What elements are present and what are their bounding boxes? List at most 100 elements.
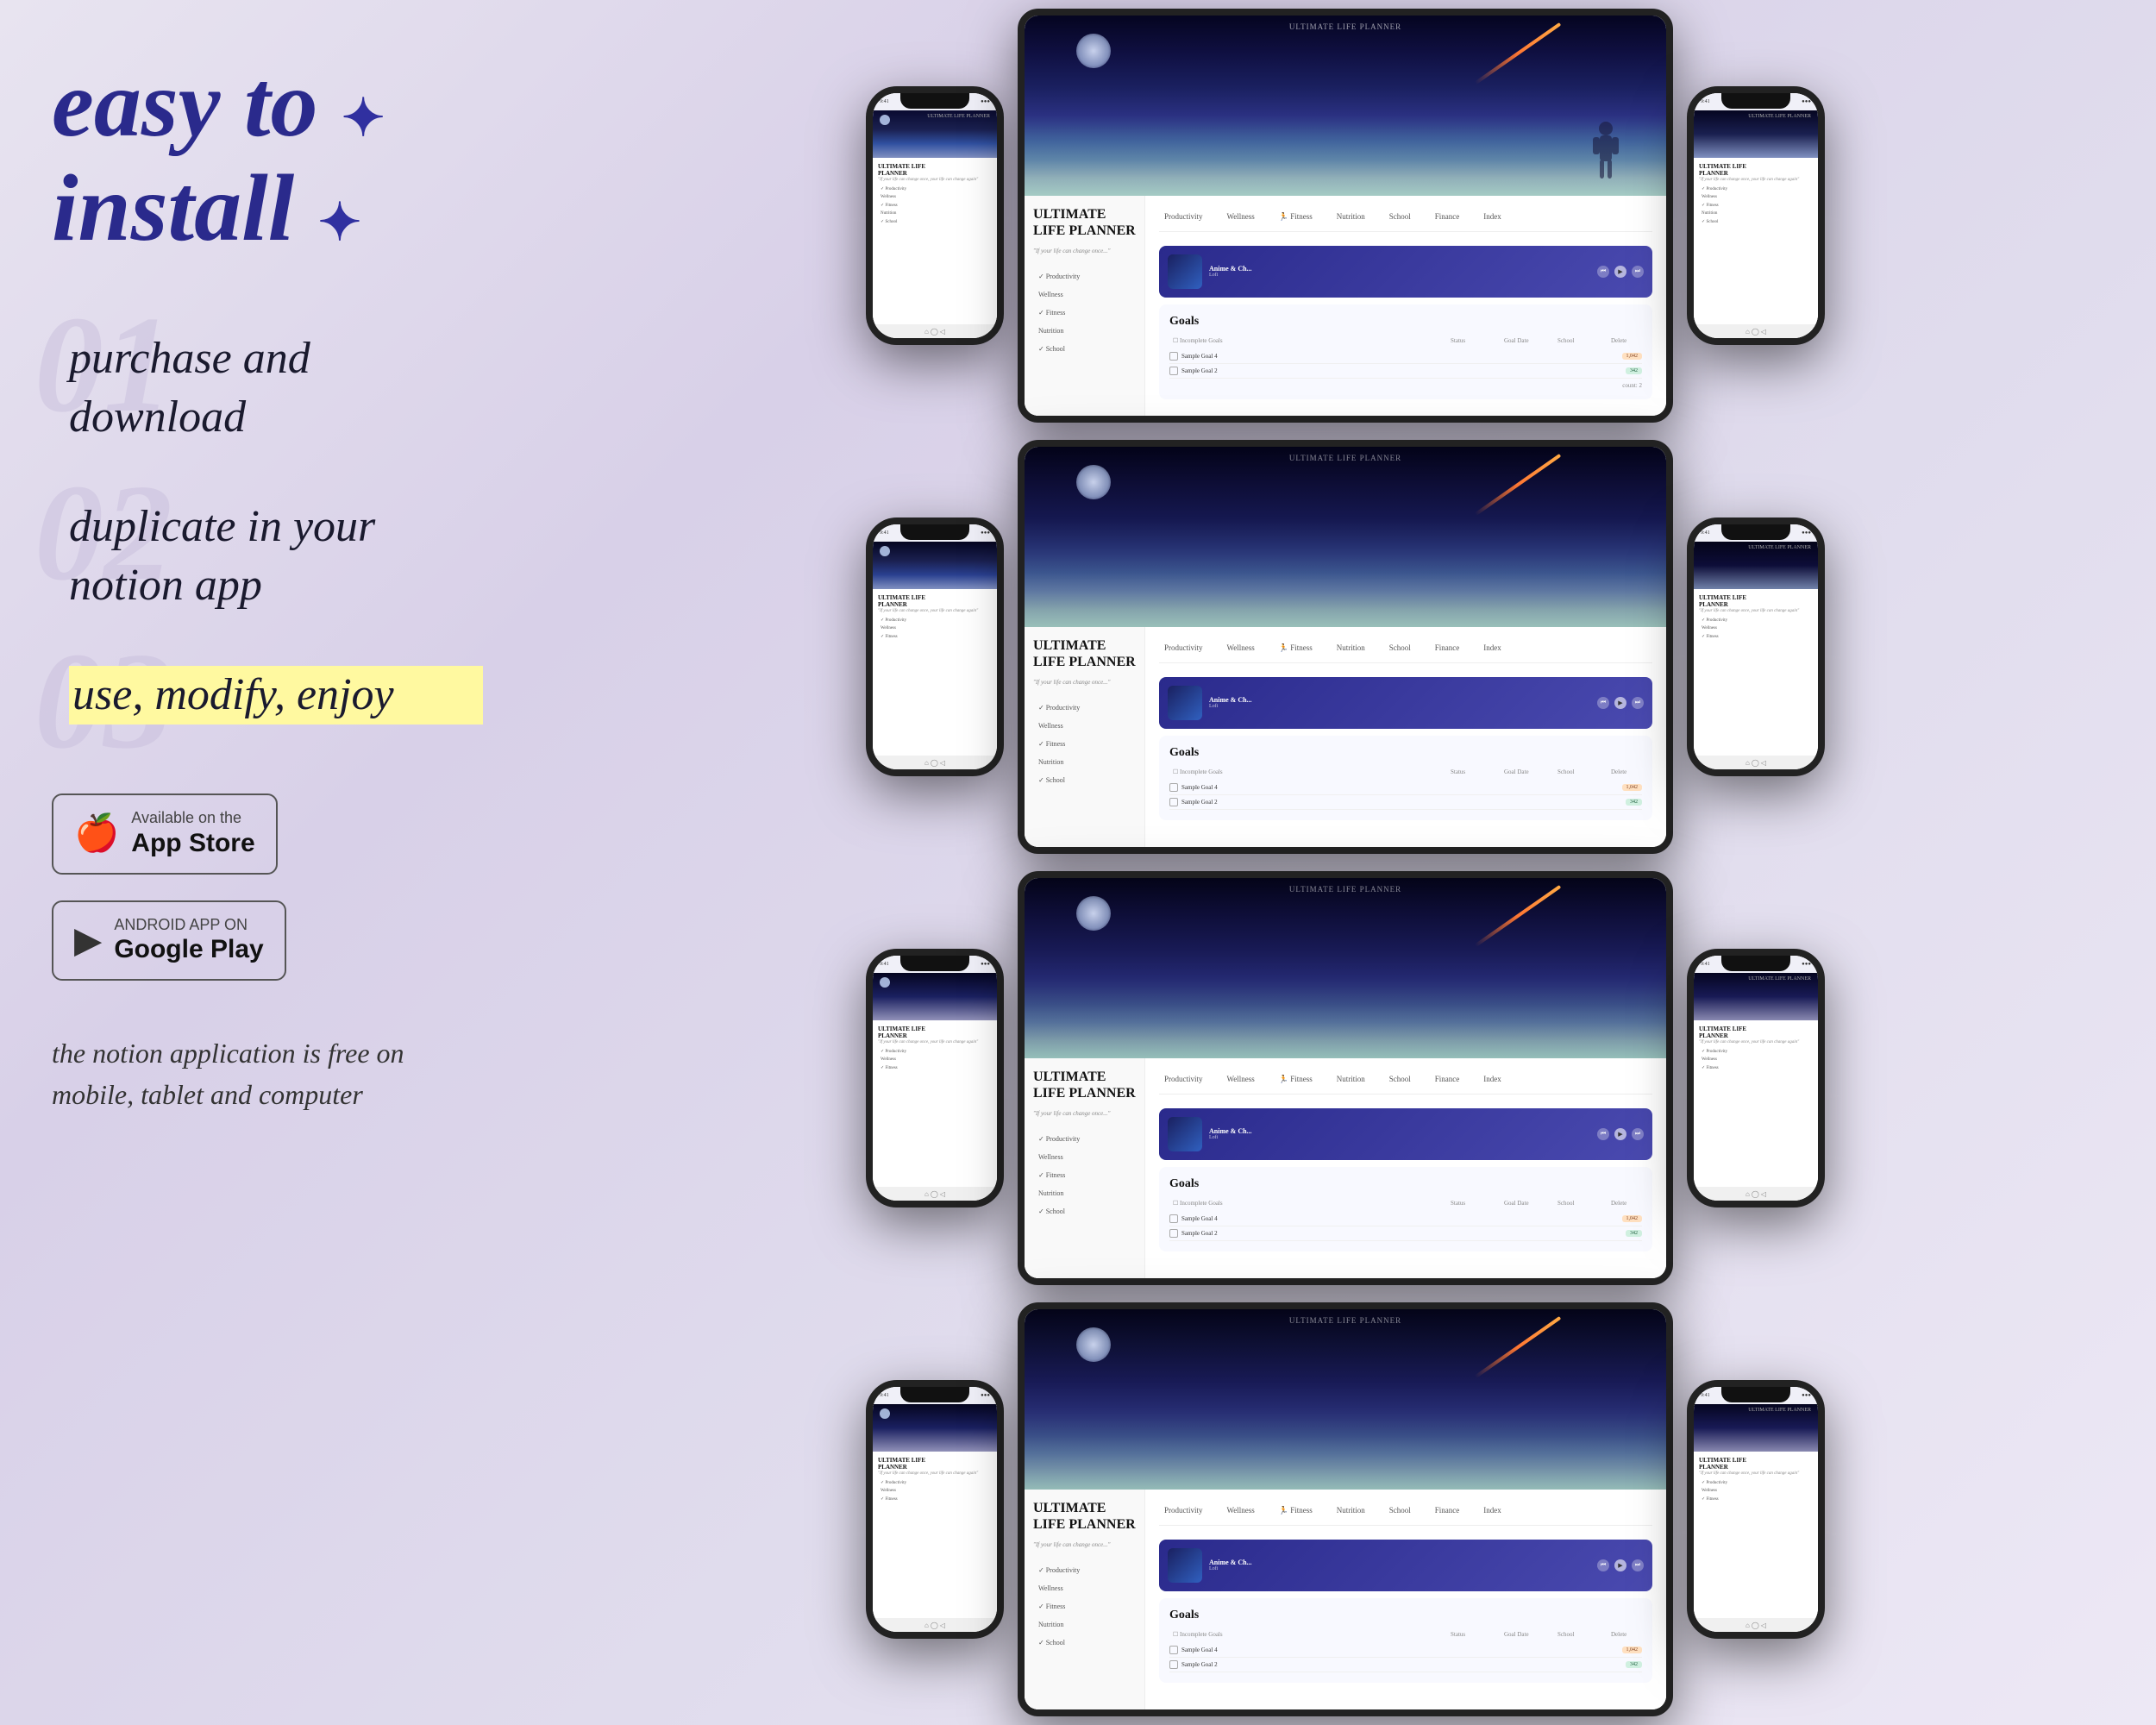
pq-r4: "If your life can change once, your life… <box>1699 1471 1813 1476</box>
play-button[interactable]: ▶ <box>1614 266 1626 278</box>
phone-nav-r: ✓ Productivity Wellness ✓ Fitness Nutrit… <box>1699 185 1813 225</box>
notch-4 <box>900 1387 969 1402</box>
c3-inc: ☐ Incomplete Goals <box>1169 1198 1445 1208</box>
tg-4a: 1,042 <box>1622 1647 1643 1653</box>
phone-right-1: 9:41●●● ULTIMATE LIFE PLANNER ULTIMATE L… <box>1687 86 1825 345</box>
phone-top-title-r: ULTIMATE LIFE PLANNER <box>1748 114 1811 119</box>
pn-r4: ✓ Productivity Wellness ✓ Fitness <box>1699 1479 1813 1502</box>
s3-f: ✓ Fitness <box>1033 1169 1136 1182</box>
prev-4[interactable]: ⏮ <box>1597 1559 1609 1571</box>
nav-3: ✓ Productivity Wellness ✓ Fitness <box>878 1048 992 1071</box>
phone-screen-r2: 9:41●●● ULTIMATE LIFE PLANNER ULTIMATE L… <box>1694 524 1818 769</box>
col-status: Status <box>1447 336 1499 346</box>
phone-page-title: ULTIMATE LIFEPLANNER <box>878 163 992 177</box>
phone-notch-r <box>1721 93 1790 109</box>
prev-2[interactable]: ⏮ <box>1597 697 1609 709</box>
music-title: Anime & Ch... <box>1209 265 1590 273</box>
music-info: Anime & Ch... Lofi <box>1209 265 1590 278</box>
goals-title: Goals <box>1169 315 1642 329</box>
hero-3 <box>873 973 997 1020</box>
prev-3[interactable]: ⏮ <box>1597 1128 1609 1140</box>
shooting-star-2 <box>1475 454 1562 516</box>
nt4-f: 🏃 Fitness <box>1274 1503 1318 1518</box>
right-panel: 9:41●●● ULTIMATE LIFE PLANNER ULTIMATE L… <box>535 0 2156 1725</box>
play-3[interactable]: ▶ <box>1614 1128 1626 1140</box>
nt4-s: School <box>1384 1503 1416 1518</box>
s3-p: ✓ Productivity <box>1033 1132 1136 1145</box>
nav-r2-w: Wellness <box>1699 625 1813 631</box>
star-icon-2: ✦ <box>318 194 361 251</box>
album-2 <box>1168 686 1202 720</box>
phone-nav: ✓ Productivity Wellness ✓ Fitness Nutrit… <box>878 185 992 225</box>
sidebar-4: ULTIMATE LIFE PLANNER "If your life can … <box>1025 1490 1145 1709</box>
nt4-p: Productivity <box>1159 1503 1208 1518</box>
goal-row-2a: Sample Goal 4 1,042 <box>1169 781 1642 795</box>
cb-3a[interactable] <box>1169 1214 1178 1223</box>
phone-bottom-2: ⌂ ◯ ◁ <box>873 756 997 769</box>
nt4-w: Wellness <box>1222 1503 1260 1518</box>
next-4[interactable]: ⏭ <box>1632 1559 1644 1571</box>
nt3-s: School <box>1384 1072 1416 1087</box>
ni-r4-w: Wellness <box>1699 1488 1813 1494</box>
screen-r4: 9:41●●● ULTIMATE LIFE PLANNER ULTIMATE L… <box>1694 1387 1818 1632</box>
tablet-main-2: ULTIMATE LIFE PLANNER ULTIMATE LIFE PLAN… <box>1018 440 1673 854</box>
hero-r3: ULTIMATE LIFE PLANNER <box>1694 973 1818 1020</box>
cb-4b[interactable] <box>1169 1660 1178 1669</box>
nav-r2-p: ✓ Productivity <box>1699 617 1813 624</box>
sidebar-productivity: ✓ Productivity <box>1033 270 1136 283</box>
play-4[interactable]: ▶ <box>1614 1559 1626 1571</box>
phone-hero-r: ULTIMATE LIFE PLANNER <box>1694 110 1818 158</box>
google-play-badge[interactable]: ▶ ANDROID APP ON Google Play <box>52 900 286 982</box>
ptit-r3: ULTIMATE LIFEPLANNER <box>1699 1026 1813 1039</box>
goal-row-1: Sample Goal 4 1,042 <box>1169 349 1642 364</box>
cb-3b[interactable] <box>1169 1229 1178 1238</box>
ni-r3-w: Wellness <box>1699 1057 1813 1063</box>
sidebar-nutrition: Nutrition <box>1033 324 1136 337</box>
aurora-2 <box>1025 555 1666 627</box>
prev-button[interactable]: ⏮ <box>1597 266 1609 278</box>
page-quote: "If your life can change once..." <box>1033 248 1136 254</box>
s4-s: ✓ School <box>1033 1636 1136 1649</box>
n2-finance: Finance <box>1430 641 1465 656</box>
cb-4a[interactable] <box>1169 1646 1178 1654</box>
sky-title-4: ULTIMATE LIFE PLANNER <box>1289 1316 1401 1325</box>
ni-r4-p: ✓ Productivity <box>1699 1479 1813 1486</box>
phone-quote-r: "If your life can change once, your life… <box>1699 178 1813 182</box>
checkbox-2[interactable] <box>1169 367 1178 375</box>
step-text-2: duplicate in your notion app <box>69 498 483 614</box>
nt3-p: Productivity <box>1159 1072 1208 1087</box>
phone-notch-2 <box>900 524 969 540</box>
tablet-main-1: ULTIMATE LIFE PLANNER ULTIMATE LIFE PLAN… <box>1018 9 1673 423</box>
moon-tablet-2 <box>1076 465 1111 499</box>
ni-r4-f: ✓ Fitness <box>1699 1496 1813 1502</box>
cont-4: ULTIMATE LIFEPLANNER "If your life can c… <box>873 1452 997 1618</box>
next-button[interactable]: ⏭ <box>1632 266 1644 278</box>
tablet-screen-2: ULTIMATE LIFE PLANNER ULTIMATE LIFE PLAN… <box>1025 447 1666 847</box>
top-nav: Productivity Wellness 🏃 Fitness Nutritio… <box>1159 210 1652 232</box>
next-2[interactable]: ⏭ <box>1632 697 1644 709</box>
cb-2b[interactable] <box>1169 798 1178 806</box>
moon-2 <box>880 546 890 556</box>
c3-sc: School <box>1554 1198 1606 1208</box>
app-store-badge[interactable]: 🍎 Available on the App Store <box>52 794 278 875</box>
music-controls: ⏮ ▶ ⏭ <box>1597 266 1644 278</box>
sidebar-wellness: Wellness <box>1033 288 1136 301</box>
phone-right-4: 9:41●●● ULTIMATE LIFE PLANNER ULTIMATE L… <box>1687 1380 1825 1639</box>
next-3[interactable]: ⏭ <box>1632 1128 1644 1140</box>
bot-r4: ⌂ ◯ ◁ <box>1694 1618 1818 1632</box>
content-2: ULTIMATE LIFE PLANNER "If your life can … <box>1025 627 1666 847</box>
n2-fitness: 🏃 Fitness <box>1274 641 1318 656</box>
play-2[interactable]: ▶ <box>1614 697 1626 709</box>
app-store-label-large: App Store <box>131 828 254 859</box>
pt-4: ULTIMATE LIFE PLANNER <box>1033 1500 1136 1533</box>
n2-school: School <box>1384 641 1416 656</box>
cb-2a[interactable] <box>1169 783 1178 792</box>
nav-3-p: ✓ Productivity <box>878 1048 992 1055</box>
steps-list: 01 purchase and download 02 duplicate in… <box>52 329 483 724</box>
anime-sky-bg: ULTIMATE LIFE PLANNER <box>1025 16 1666 196</box>
nav-school: ✓ School <box>878 218 992 225</box>
nav-item-wellness: Wellness <box>1222 210 1260 224</box>
cont-r4: ULTIMATE LIFEPLANNER "If your life can c… <box>1694 1452 1818 1618</box>
checkbox-1[interactable] <box>1169 352 1178 361</box>
s4-p: ✓ Productivity <box>1033 1564 1136 1577</box>
